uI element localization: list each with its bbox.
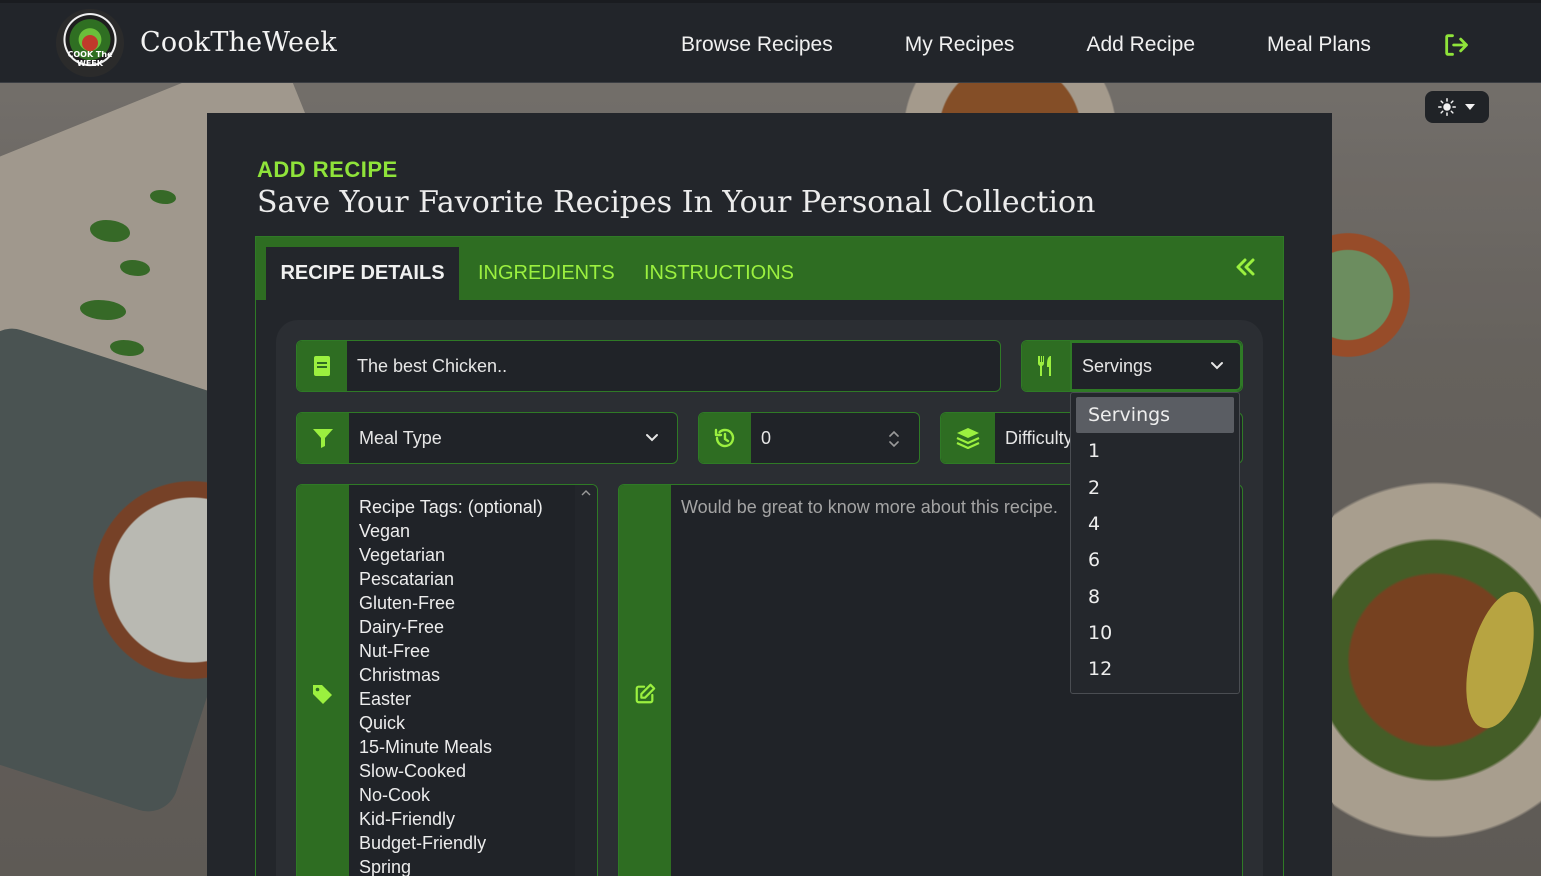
logo-text: COOK The WEEK xyxy=(67,49,113,68)
tag-option[interactable]: Slow-Cooked xyxy=(359,759,577,783)
tag-option[interactable]: Pescatarian xyxy=(359,567,577,591)
top-navbar: COOK The WEEK CookTheWeek Browse Recipes… xyxy=(0,0,1541,83)
tags-scrollbar[interactable] xyxy=(575,485,597,876)
page-title: Save Your Favorite Recipes In Your Perso… xyxy=(257,185,1096,220)
servings-dropdown-menu: Servings 1 2 4 6 8 10 12 xyxy=(1070,392,1240,694)
servings-option[interactable]: 8 xyxy=(1076,578,1234,614)
tab-ingredients[interactable]: INGREDIENTS xyxy=(478,247,615,300)
meal-type-group: Meal Type xyxy=(296,412,678,464)
scroll-up-icon[interactable] xyxy=(581,489,591,497)
history-icon xyxy=(699,413,751,463)
tags-icon xyxy=(297,485,349,876)
logout-icon[interactable] xyxy=(1442,31,1470,59)
tags-group: Recipe Tags: (optional) Vegan Vegetarian… xyxy=(296,484,598,876)
theme-toggle[interactable] xyxy=(1425,91,1489,123)
nav-my-recipes[interactable]: My Recipes xyxy=(905,33,1015,57)
servings-option[interactable]: 1 xyxy=(1076,433,1234,469)
tag-option[interactable]: Kid-Friendly xyxy=(359,807,577,831)
page-kicker: ADD RECIPE xyxy=(257,157,398,182)
book-icon xyxy=(297,341,347,391)
brand-name[interactable]: CookTheWeek xyxy=(140,27,337,58)
servings-option[interactable]: 2 xyxy=(1076,470,1234,506)
utensils-icon xyxy=(1022,341,1070,391)
tab-bar: RECIPE DETAILS INGREDIENTS INSTRUCTIONS xyxy=(256,237,1283,300)
recipe-tags-select[interactable]: Recipe Tags: (optional) Vegan Vegetarian… xyxy=(349,485,577,876)
time-group: 0 xyxy=(698,412,920,464)
tag-option[interactable]: Easter xyxy=(359,687,577,711)
tag-option[interactable]: Budget-Friendly xyxy=(359,831,577,855)
tag-option[interactable]: Gluten-Free xyxy=(359,591,577,615)
tag-option[interactable]: 15-Minute Meals xyxy=(359,735,577,759)
brand-logo[interactable]: COOK The WEEK xyxy=(56,8,124,77)
chevron-down-icon xyxy=(1211,362,1223,370)
title-input-group: The best Chicken.. xyxy=(296,340,1001,392)
tag-option[interactable]: Recipe Tags: (optional) xyxy=(359,495,577,519)
double-chevron-left-icon[interactable] xyxy=(1234,255,1258,279)
recipe-title-input[interactable]: The best Chicken.. xyxy=(347,341,1000,391)
tag-option[interactable]: Nut-Free xyxy=(359,639,577,663)
servings-option[interactable]: 6 xyxy=(1076,542,1234,578)
servings-option[interactable]: 4 xyxy=(1076,506,1234,542)
nav-meal-plans[interactable]: Meal Plans xyxy=(1267,33,1371,57)
tag-option[interactable]: Vegan xyxy=(359,519,577,543)
chevron-down-icon xyxy=(646,434,658,442)
servings-option[interactable]: 12 xyxy=(1076,651,1234,687)
tag-option[interactable]: Christmas xyxy=(359,663,577,687)
tag-option[interactable]: Vegetarian xyxy=(359,543,577,567)
caret-down-icon xyxy=(1465,104,1475,110)
nav-browse-recipes[interactable]: Browse Recipes xyxy=(681,33,833,57)
filter-icon xyxy=(297,413,349,463)
tag-option[interactable]: Spring xyxy=(359,855,577,876)
meal-type-select[interactable]: Meal Type xyxy=(349,413,677,463)
nav-add-recipe[interactable]: Add Recipe xyxy=(1086,33,1195,57)
layers-icon xyxy=(941,413,995,463)
tag-option[interactable]: Dairy-Free xyxy=(359,615,577,639)
sun-icon xyxy=(1438,98,1456,116)
tab-instructions[interactable]: INSTRUCTIONS xyxy=(644,247,794,300)
servings-group: Servings xyxy=(1021,340,1243,392)
tag-option[interactable]: No-Cook xyxy=(359,783,577,807)
nav-links: Browse Recipes My Recipes Add Recipe Mea… xyxy=(681,3,1443,86)
prep-time-input[interactable]: 0 xyxy=(751,413,879,463)
edit-icon xyxy=(619,485,671,876)
servings-option[interactable]: Servings xyxy=(1076,397,1234,434)
number-stepper-icon[interactable] xyxy=(887,428,901,450)
tag-option[interactable]: Quick xyxy=(359,711,577,735)
brand[interactable]: COOK The WEEK CookTheWeek xyxy=(56,8,337,77)
tab-recipe-details[interactable]: RECIPE DETAILS xyxy=(266,247,459,300)
description-textarea[interactable]: Would be great to know more about this r… xyxy=(681,497,1058,518)
servings-option[interactable]: 10 xyxy=(1076,615,1234,651)
